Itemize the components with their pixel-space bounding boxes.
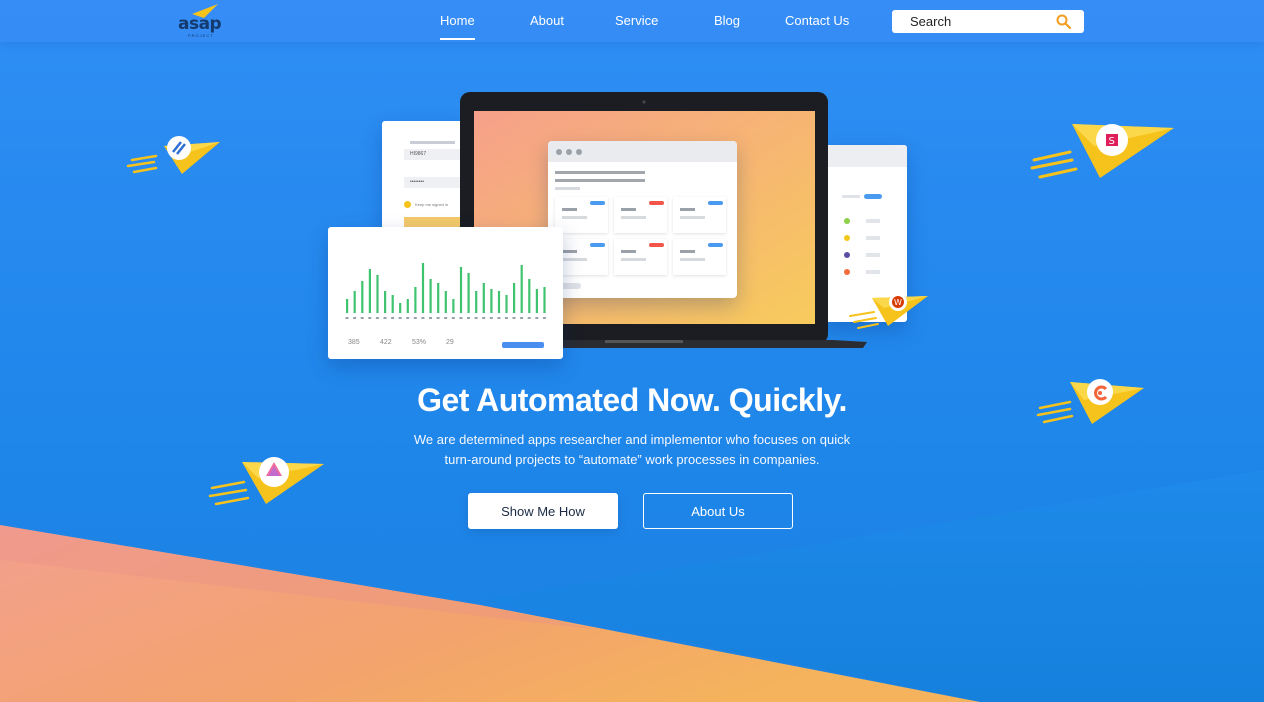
nav-home[interactable]: Home — [440, 13, 475, 40]
hero-subtitle-line-1: We are determined apps researcher and im… — [413, 432, 851, 447]
analytics-bar-chart — [345, 263, 546, 319]
chart-tick — [520, 317, 524, 319]
chart-tick — [360, 317, 364, 319]
nav-contact[interactable]: Contact Us — [785, 13, 849, 28]
logo-subtext: PROJECT — [188, 33, 214, 38]
chart-bar — [406, 299, 409, 313]
chart-tick — [429, 317, 432, 319]
chart-bar — [520, 265, 523, 313]
chart-tick — [368, 317, 372, 319]
chart-bar — [497, 291, 501, 313]
login-password-value: •••••••• — [410, 179, 425, 185]
chart-bar — [513, 283, 516, 313]
chart-tick — [482, 317, 486, 319]
chart-tick — [542, 317, 546, 319]
chart-tick — [527, 317, 531, 319]
chart-bar — [346, 299, 349, 313]
chart-tick — [459, 317, 463, 319]
chart-tick — [497, 317, 501, 319]
chart-tick — [345, 317, 349, 319]
nav-blog-label: Blog — [714, 13, 741, 28]
chart-bar — [505, 295, 508, 313]
chart-tick — [383, 317, 387, 319]
stat-4: 29 — [446, 339, 454, 346]
hero-subtitle-line-2: turn-around projects to “automate” work … — [444, 452, 820, 467]
svg-text:S: S — [1109, 136, 1115, 147]
stat-1: 385 — [348, 339, 360, 346]
chart-bar — [384, 291, 387, 313]
analytics-card: 385 422 53% 29 — [328, 227, 563, 359]
chart-bar — [467, 273, 470, 313]
chart-tick — [512, 317, 516, 319]
chart-bar — [482, 283, 485, 313]
chart-bar — [391, 295, 394, 313]
chart-tick — [504, 317, 508, 319]
chart-tick — [398, 317, 402, 319]
chart-tick — [467, 317, 470, 319]
chart-tick — [375, 317, 379, 319]
plane-office: W — [849, 293, 928, 329]
chart-tick — [353, 317, 357, 319]
show-me-how-button[interactable]: Show Me How — [468, 493, 618, 529]
hero-subtitle: We are determined apps researcher and im… — [0, 430, 1264, 470]
chart-tick — [474, 317, 478, 319]
chart-bar — [535, 289, 538, 313]
chart-bar — [429, 279, 432, 313]
nav-active-indicator — [440, 38, 475, 40]
chart-tick — [444, 317, 448, 319]
stat-2: 422 — [380, 339, 392, 346]
nav-about-label: About — [530, 13, 564, 28]
chart-tick — [391, 317, 395, 319]
chart-bar — [444, 291, 447, 313]
svg-text:W: W — [894, 298, 902, 307]
hero-title: Get Automated Now. Quickly. — [417, 382, 847, 418]
chart-tick — [535, 317, 539, 319]
chart-tick — [451, 317, 455, 319]
nav-home-label: Home — [440, 13, 475, 28]
chart-bar — [490, 289, 493, 313]
nav-blog[interactable]: Blog — [714, 13, 740, 28]
chart-bar — [414, 287, 417, 313]
nav-service[interactable]: Service — [615, 13, 658, 28]
chart-bar — [368, 269, 371, 313]
chart-bar — [475, 291, 478, 313]
dashboard-window — [548, 141, 737, 298]
chart-bar — [421, 263, 425, 313]
logo-text: asap — [178, 14, 222, 34]
chart-tick — [421, 317, 425, 319]
nav-contact-label: Contact Us — [785, 13, 850, 28]
brand-logo[interactable]: asap PROJECT — [178, 4, 226, 38]
search-icon[interactable] — [1056, 14, 1071, 29]
login-username-value: HI9867 — [410, 151, 427, 157]
nav-about[interactable]: About — [530, 13, 564, 28]
chart-bar — [543, 287, 546, 313]
chart-bar — [399, 303, 402, 313]
chart-bar — [353, 291, 356, 313]
chart-bar — [459, 267, 463, 313]
chart-bar — [437, 283, 440, 313]
chart-bar — [452, 299, 455, 313]
search-box[interactable]: Search — [892, 10, 1084, 33]
chart-bar — [376, 275, 379, 313]
top-navbar: asap PROJECT Home About Service Blog Con… — [0, 0, 1264, 42]
search-label: Search — [910, 14, 952, 29]
chart-tick — [413, 317, 417, 319]
chart-bar — [361, 281, 364, 313]
plane-wordpress — [126, 136, 220, 174]
about-us-button[interactable]: About Us — [643, 493, 793, 529]
chart-tick — [436, 317, 440, 319]
login-remember-label: Keep me signed in — [415, 202, 449, 207]
analytics-action-button — [502, 342, 544, 348]
plane-slack: S — [1030, 124, 1174, 179]
chart-tick — [489, 317, 493, 319]
stat-3: 53% — [412, 339, 427, 346]
chart-tick — [406, 317, 410, 319]
nav-service-label: Service — [615, 13, 659, 28]
chart-bar — [528, 279, 531, 313]
